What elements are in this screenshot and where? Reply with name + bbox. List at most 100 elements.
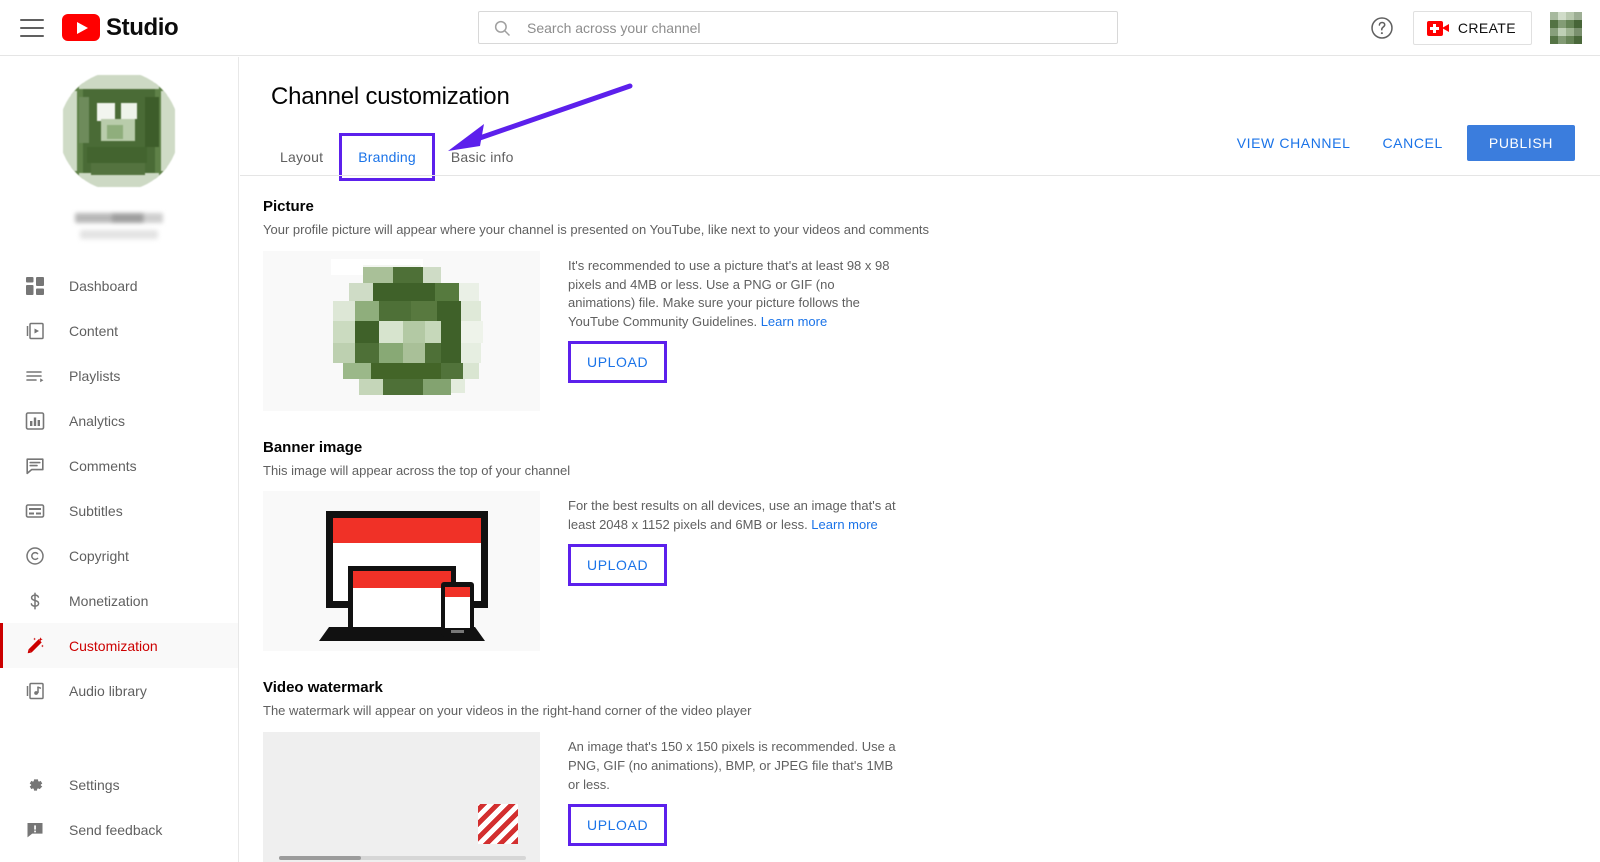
pixelated-profile-image (263, 250, 540, 411)
sidebar-item-analytics[interactable]: Analytics (0, 398, 238, 443)
subtitles-icon (23, 499, 47, 523)
brand-label: Studio (106, 13, 179, 41)
channel-handle-redacted (80, 230, 158, 239)
watermark-upload-button[interactable]: UPLOAD (571, 807, 664, 843)
banner-help-column: For the best results on all devices, use… (568, 491, 898, 587)
video-camera-plus-icon (1426, 20, 1449, 36)
video-watermark-preview (263, 731, 540, 862)
search-input[interactable] (525, 18, 1085, 37)
analytics-icon (23, 409, 47, 433)
section-title: Video watermark (263, 679, 383, 697)
account-avatar[interactable] (1550, 12, 1582, 44)
profile-picture-preview (263, 250, 540, 411)
watermark-help-text: An image that's 150 x 150 pixels is reco… (568, 738, 896, 792)
section-picture: Picture Your profile picture will appear… (240, 198, 1600, 411)
section-banner-image: Banner image This image will appear acro… (240, 439, 1600, 652)
channel-name-redacted (75, 213, 163, 223)
sidebar-bottom-nav: Settings Send feedback (0, 762, 238, 852)
watermark-placeholder-stripes (478, 803, 518, 844)
sidebar-item-label: Send feedback (69, 821, 163, 838)
player-progress-bar (279, 855, 526, 860)
picture-help-text: It's recommended to use a picture that's… (568, 257, 898, 333)
section-description: Your profile picture will appear where y… (263, 222, 930, 237)
sidebar: Dashboard Content Playlists Analytics Co… (0, 57, 239, 862)
sidebar-item-label: Subtitles (69, 502, 123, 519)
branding-sections: Picture Your profile picture will appear… (240, 176, 1600, 862)
sidebar-item-label: Content (69, 322, 119, 339)
dashboard-icon (23, 274, 47, 298)
youtube-logo-icon (62, 14, 100, 41)
section-title: Banner image (263, 438, 363, 456)
tab-basic-info[interactable]: Basic info (435, 136, 530, 178)
watermark-help-column: An image that's 150 x 150 pixels is reco… (568, 732, 898, 846)
channel-identity (0, 57, 238, 239)
picture-learn-more-link[interactable]: Learn more (761, 314, 827, 329)
help-circle-icon[interactable] (1369, 15, 1395, 41)
sidebar-item-content[interactable]: Content (0, 308, 238, 353)
sidebar-item-comments[interactable]: Comments (0, 443, 238, 488)
section-video-watermark: Video watermark The watermark will appea… (240, 679, 1600, 862)
hamburger-menu-icon[interactable] (20, 18, 44, 37)
sidebar-item-audio-library[interactable]: Audio library (0, 668, 238, 713)
sidebar-item-copyright[interactable]: Copyright (0, 533, 238, 578)
sidebar-item-monetization[interactable]: Monetization (0, 578, 238, 623)
sidebar-item-label: Monetization (69, 592, 149, 609)
top-right-actions: CREATE (1369, 0, 1582, 56)
sidebar-item-label: Audio library (69, 682, 147, 699)
sidebar-item-label: Comments (69, 457, 137, 474)
sidebar-item-label: Customization (69, 637, 158, 654)
section-title: Picture (263, 198, 314, 215)
watermark-upload-annotation: UPLOAD (568, 803, 668, 846)
avatar-pixelated-image (59, 71, 179, 191)
sidebar-item-dashboard[interactable]: Dashboard (0, 263, 238, 308)
create-button-label: CREATE (1457, 20, 1516, 36)
top-bar: Studio CREATE (0, 0, 1600, 56)
banner-help-text: For the best results on all devices, use… (568, 497, 898, 535)
banner-upload-button[interactable]: UPLOAD (571, 547, 664, 583)
header-actions: VIEW CHANNEL CANCEL PUBLISH (1221, 125, 1575, 161)
tab-layout[interactable]: Layout (264, 136, 339, 178)
sidebar-item-label: Dashboard (69, 277, 138, 294)
channel-avatar[interactable] (57, 69, 181, 193)
publish-button[interactable]: PUBLISH (1466, 125, 1575, 161)
sidebar-item-send-feedback[interactable]: Send feedback (0, 807, 238, 852)
sidebar-item-playlists[interactable]: Playlists (0, 353, 238, 398)
banner-devices-illustration (263, 491, 540, 652)
picture-upload-button[interactable]: UPLOAD (571, 344, 664, 380)
audio-library-icon (23, 679, 47, 703)
sidebar-item-subtitles[interactable]: Subtitles (0, 488, 238, 533)
view-channel-button[interactable]: VIEW CHANNEL (1221, 125, 1367, 161)
sidebar-item-label: Analytics (69, 412, 126, 429)
section-description: This image will appear across the top of… (263, 462, 571, 478)
magic-wand-icon (23, 634, 47, 658)
playlists-icon (23, 364, 47, 388)
tab-bar: Layout Branding Basic info (264, 133, 530, 181)
dollar-icon (23, 589, 47, 613)
feedback-icon (23, 818, 47, 842)
sidebar-item-label: Settings (69, 776, 120, 793)
copyright-icon (23, 544, 47, 568)
picture-help-column: It's recommended to use a picture that's… (568, 251, 898, 384)
sidebar-item-label: Copyright (69, 547, 129, 564)
studio-brand[interactable]: Studio (62, 13, 179, 41)
banner-learn-more-link[interactable]: Learn more (811, 517, 877, 532)
comments-icon (23, 454, 47, 478)
search-bar[interactable] (478, 11, 1118, 44)
sidebar-nav-list: Dashboard Content Playlists Analytics Co… (0, 263, 238, 713)
tab-branding[interactable]: Branding (342, 136, 432, 178)
picture-help-body: It's recommended to use a picture that's… (568, 257, 890, 330)
sidebar-item-settings[interactable]: Settings (0, 762, 238, 807)
picture-upload-annotation: UPLOAD (568, 341, 668, 384)
section-description: The watermark will appear on your videos… (263, 703, 752, 719)
cancel-button[interactable]: CANCEL (1366, 125, 1458, 161)
content-icon (23, 319, 47, 343)
sidebar-item-customization[interactable]: Customization (0, 623, 238, 668)
page-title: Channel customization (271, 83, 510, 110)
create-button[interactable]: CREATE (1412, 11, 1532, 45)
search-icon (493, 19, 511, 37)
main-content: Channel customization Layout Branding Ba… (240, 57, 1600, 862)
sidebar-item-label: Playlists (69, 367, 121, 384)
gear-icon (23, 773, 47, 797)
banner-image-preview (263, 491, 540, 652)
banner-upload-annotation: UPLOAD (568, 544, 668, 587)
